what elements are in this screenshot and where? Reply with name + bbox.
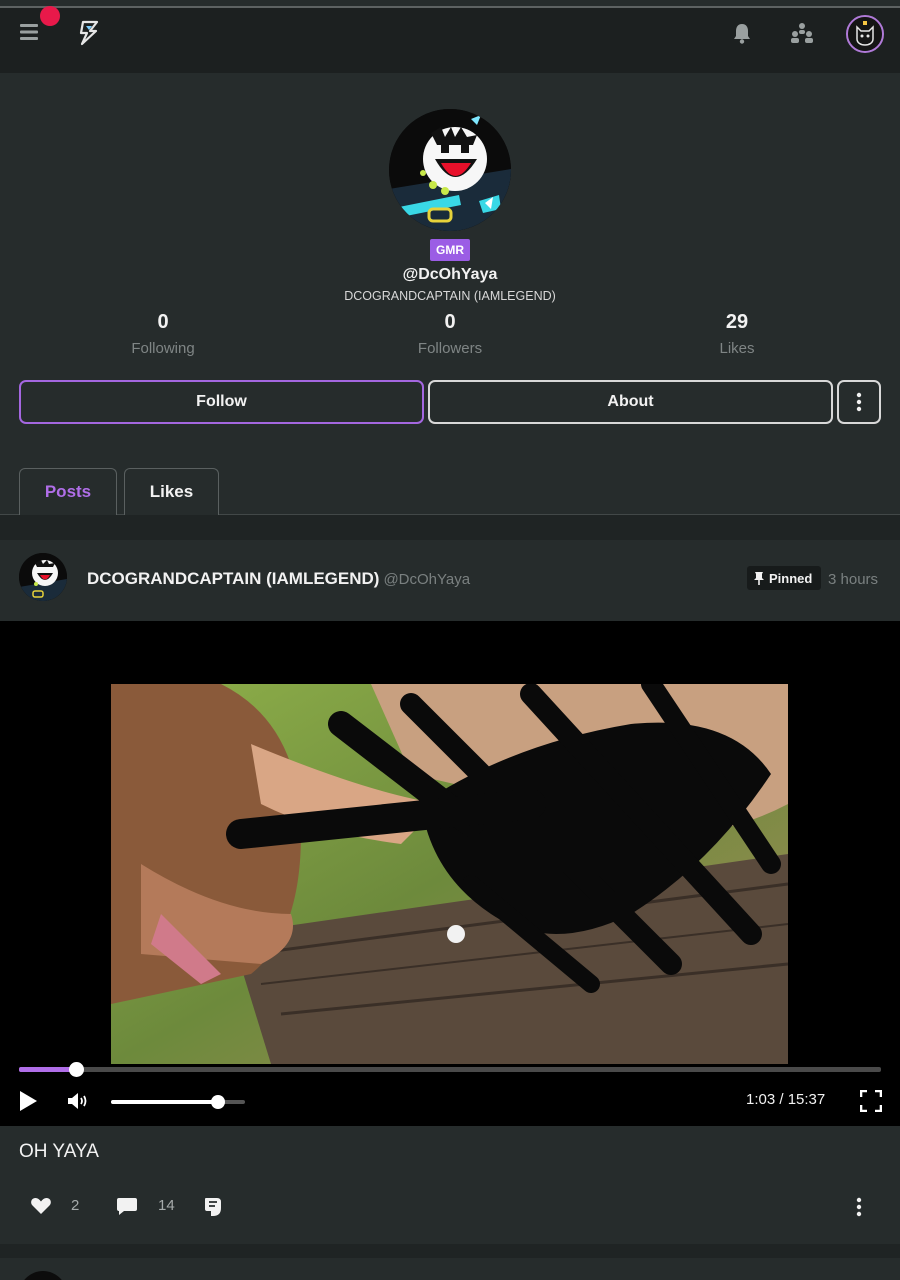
post-timestamp: 3 hours [828, 571, 879, 588]
likes-label: Likes [719, 340, 755, 357]
volume-slider[interactable] [111, 1095, 245, 1109]
profile-header: GMR @DcOhYaya DCOGRANDCAPTAIN (IAMLEGEND… [0, 73, 900, 516]
feed-gap [0, 1244, 900, 1258]
next-post [0, 1258, 900, 1280]
tab-likes[interactable]: Likes [124, 468, 219, 515]
play-button[interactable] [17, 1090, 41, 1114]
notification-dot [40, 6, 60, 26]
pin-icon [754, 572, 764, 585]
follow-button[interactable]: Follow [19, 380, 424, 424]
like-button[interactable] [30, 1196, 52, 1218]
speaker-icon [68, 1093, 87, 1109]
about-button[interactable]: About [428, 380, 833, 424]
likes-stat[interactable]: 29 Likes [637, 311, 837, 357]
tab-posts[interactable]: Posts [19, 468, 117, 515]
volume-fill [111, 1100, 219, 1104]
post-author-avatar[interactable] [19, 553, 67, 601]
pinned-label: Pinned [769, 570, 813, 586]
next-post-avatar[interactable] [19, 1271, 67, 1280]
post-actions: 2 14 [0, 1192, 900, 1222]
video-progress-handle[interactable] [68, 1062, 84, 1077]
share-button[interactable] [203, 1196, 225, 1218]
people-icon[interactable] [787, 20, 817, 46]
video-progress-fill [19, 1067, 76, 1072]
followers-stat[interactable]: 0 Followers [350, 311, 550, 357]
volume-button[interactable] [66, 1091, 90, 1113]
like-count: 2 [71, 1197, 80, 1214]
fullscreen-button[interactable] [859, 1089, 883, 1113]
video-frame[interactable] [111, 684, 788, 1064]
fullscreen-icon [859, 1089, 883, 1113]
more-vertical-icon [856, 1197, 862, 1217]
video-progress-bar[interactable] [19, 1062, 881, 1077]
play-icon [20, 1091, 37, 1111]
share-hand-icon [205, 1198, 221, 1216]
user-avatar-icon[interactable] [846, 15, 884, 53]
post-author-handle: @DcOhYaya [383, 571, 471, 588]
feed-gap [0, 515, 900, 540]
video-player[interactable]: 1:03 / 15:37 [0, 621, 900, 1126]
heart-icon [31, 1197, 51, 1214]
pinned-badge: Pinned [747, 566, 822, 590]
lightning-logo-icon[interactable] [74, 18, 104, 48]
followers-label: Followers [417, 340, 483, 357]
post-caption: OH YAYA [19, 1141, 99, 1162]
comment-button[interactable] [116, 1196, 138, 1218]
post-more-button[interactable] [849, 1196, 869, 1218]
post-author-line[interactable]: DCOGRANDCAPTAIN (IAMLEGEND) @DcOhYaya [87, 569, 470, 589]
comment-count: 14 [158, 1197, 175, 1214]
profile-handle: @DcOhYaya [402, 266, 498, 283]
menu-icon[interactable] [18, 20, 42, 44]
comment-icon [117, 1198, 137, 1215]
profile-avatar [389, 109, 511, 231]
gmr-badge: GMR [430, 239, 470, 261]
video-time: 1:03 / 15:37 [746, 1091, 826, 1108]
profile-more-button[interactable] [837, 380, 881, 424]
pinned-post: DCOGRANDCAPTAIN (IAMLEGEND) @DcOhYaya Pin… [0, 540, 900, 1244]
following-label: Following [131, 340, 195, 357]
top-navbar [0, 8, 900, 73]
volume-handle[interactable] [211, 1095, 226, 1109]
profile-display-name: DCOGRANDCAPTAIN (IAMLEGEND) [344, 289, 556, 303]
followers-count: 0 [444, 311, 456, 333]
following-count: 0 [157, 311, 169, 333]
likes-count: 29 [725, 311, 749, 333]
bell-icon[interactable] [729, 20, 755, 46]
following-stat[interactable]: 0 Following [63, 311, 263, 357]
post-author-name: DCOGRANDCAPTAIN (IAMLEGEND) [87, 569, 380, 588]
more-vertical-icon [856, 392, 862, 412]
